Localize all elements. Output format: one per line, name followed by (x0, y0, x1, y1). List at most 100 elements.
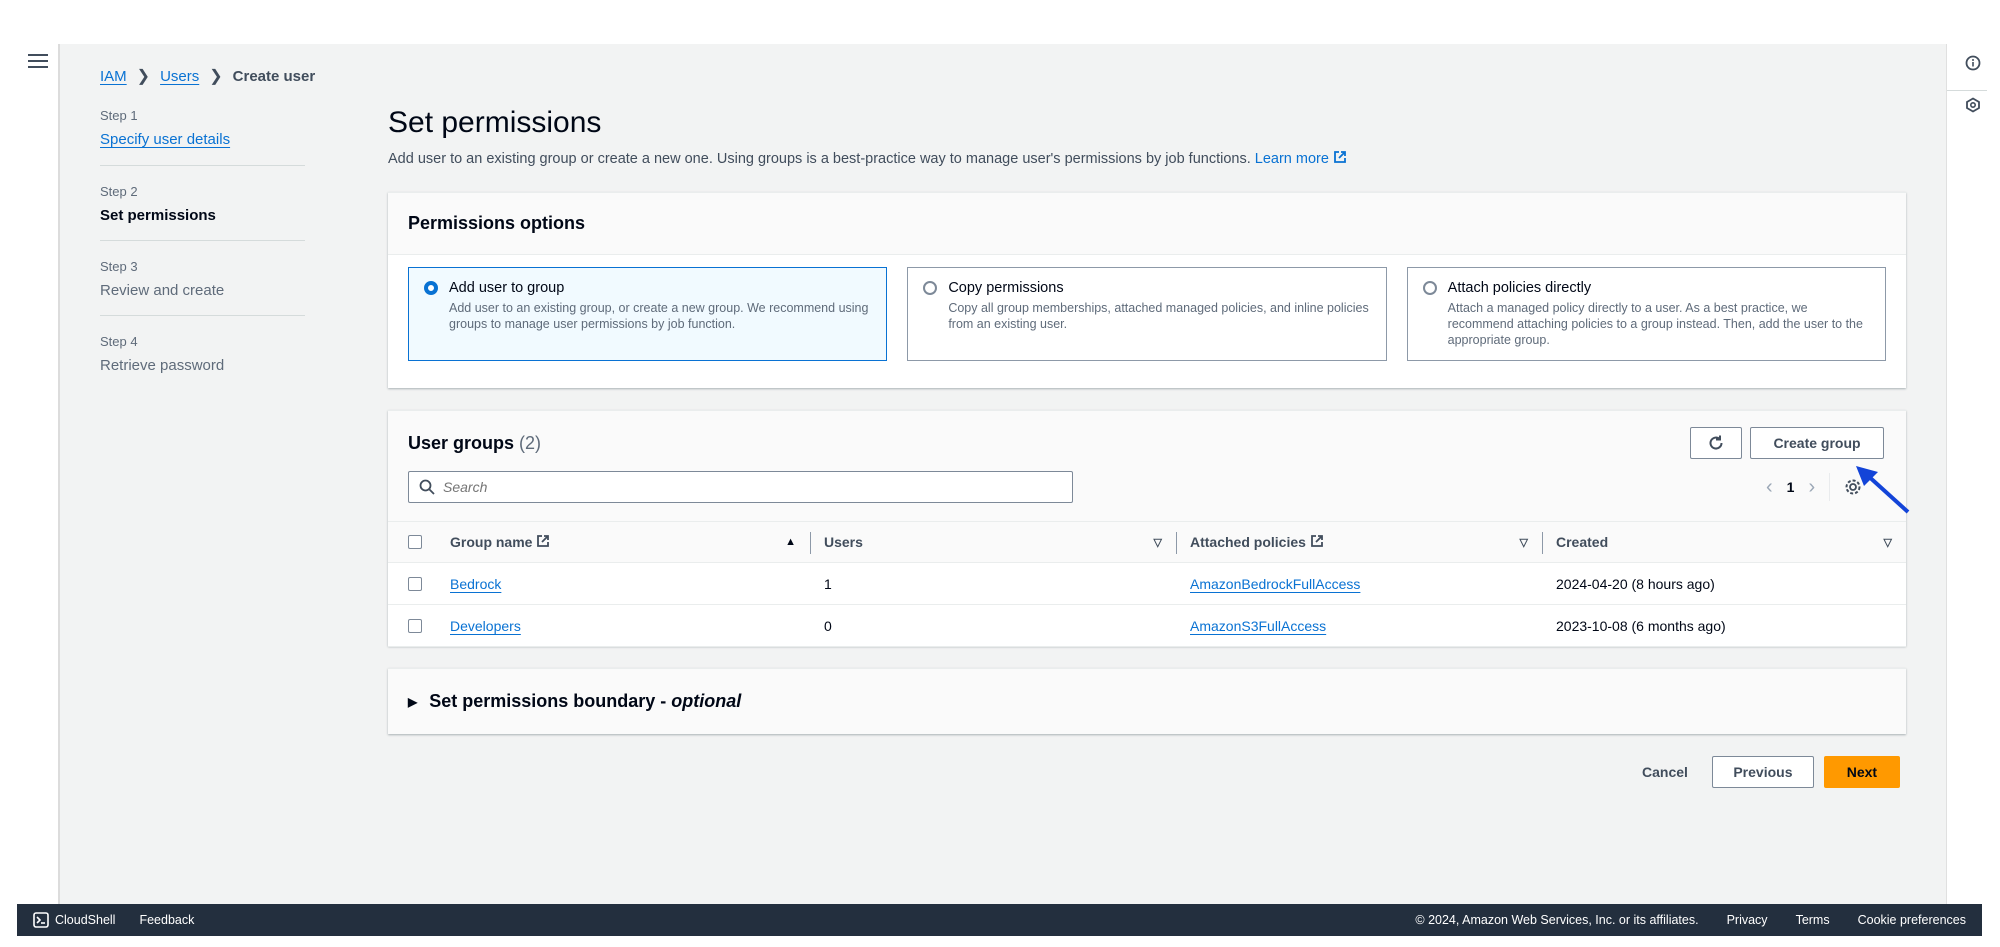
breadcrumb: IAM ❯ Users ❯ Create user (100, 66, 315, 86)
refresh-icon (1709, 435, 1723, 450)
page-number[interactable]: 1 (1787, 479, 1795, 495)
row-checkbox[interactable] (408, 618, 422, 633)
row-select-cell (388, 618, 444, 633)
option-attach-policies-directly[interactable]: Attach policies directly Attach a manage… (1406, 267, 1886, 361)
cell-group-name: Bedrock (444, 576, 810, 592)
search-icon (419, 479, 435, 495)
option-title: Add user to group (449, 280, 565, 296)
wizard-actions: Cancel Previous Next (1620, 756, 1900, 788)
search-input[interactable] (443, 479, 1043, 495)
column-header-group-name[interactable]: Group name ▲ (444, 522, 810, 562)
permissions-options: Add user to group Add user to an existin… (388, 255, 1906, 373)
feedback-link[interactable]: Feedback (139, 913, 194, 927)
previous-button[interactable]: Previous (1711, 756, 1814, 788)
sort-icon[interactable]: ▽ (1520, 536, 1528, 549)
previous-page-icon[interactable]: ‹ (1766, 476, 1773, 499)
step-3: Step 3 Review and create (100, 257, 305, 316)
policy-link[interactable]: AmazonBedrockFullAccess (1190, 576, 1360, 592)
terms-link[interactable]: Terms (1796, 913, 1830, 927)
user-groups-table: Group name ▲ Users ▽ Attached policies ▽… (388, 521, 1906, 647)
option-title: Attach policies directly (1447, 280, 1592, 296)
sort-icon[interactable]: ▽ (1884, 536, 1892, 549)
search-field[interactable] (408, 471, 1073, 503)
step-link-specify-user-details[interactable]: Specify user details (100, 131, 230, 148)
page-header: Set permissions Add user to an existing … (388, 106, 1906, 168)
caret-right-icon: ▶ (408, 694, 418, 709)
privacy-link[interactable]: Privacy (1727, 913, 1768, 927)
step-title: Review and create (100, 282, 225, 299)
policy-link[interactable]: AmazonS3FullAccess (1190, 618, 1326, 634)
description-text: Add user to an existing group or create … (388, 150, 1251, 167)
boundary-title: Set permissions boundary - (429, 691, 667, 711)
create-group-button[interactable]: Create group (1750, 427, 1884, 459)
table-row: Developers 0 AmazonS3FullAccess 2023-10-… (388, 605, 1906, 647)
menu-icon[interactable] (28, 54, 48, 70)
terminal-icon (33, 912, 49, 928)
option-copy-permissions[interactable]: Copy permissions Copy all group membersh… (907, 267, 1387, 361)
cloudshell-label: CloudShell (55, 913, 116, 927)
option-description: Copy all group memberships, attached man… (948, 301, 1369, 331)
step-1: Step 1 Specify user details (100, 106, 305, 166)
cloudshell-button[interactable]: CloudShell (33, 912, 115, 928)
user-groups-panel: User groups (2) Create group ‹ 1 › (388, 410, 1906, 647)
column-label: Users (824, 534, 863, 550)
sort-icon[interactable]: ▽ (1154, 536, 1162, 549)
external-link-icon (536, 534, 550, 551)
column-header-created[interactable]: Created ▽ (1542, 522, 1906, 562)
learn-more-link[interactable]: Learn more (1255, 151, 1347, 167)
column-label: Created (1556, 534, 1609, 550)
external-link-icon (1333, 150, 1347, 168)
row-checkbox[interactable] (408, 576, 422, 591)
radio-unselected[interactable] (1422, 281, 1437, 295)
gear-icon[interactable] (1844, 478, 1862, 496)
column-header-users[interactable]: Users ▽ (810, 522, 1176, 562)
group-link[interactable]: Bedrock (450, 576, 501, 592)
page-description: Add user to an existing group or create … (388, 150, 1906, 168)
panel-title: Permissions options (388, 193, 1906, 255)
breadcrumb-current: Create user (232, 67, 316, 85)
option-description: Add user to an existing group, or create… (449, 301, 869, 331)
step-number: Step 2 (100, 184, 138, 199)
optional-label: optional (671, 691, 742, 711)
sort-ascending-icon[interactable]: ▲ (785, 536, 796, 548)
column-header-attached-policies[interactable]: Attached policies ▽ (1176, 522, 1542, 562)
select-all-cell (388, 535, 444, 549)
cell-users: 1 (824, 575, 832, 592)
wizard-steps: Step 1 Specify user details Step 2 Set p… (100, 106, 305, 406)
title-text: User groups (408, 433, 515, 453)
copyright: © 2024, Amazon Web Services, Inc. or its… (1415, 913, 1699, 927)
step-title-current: Set permissions (100, 207, 216, 224)
option-description: Attach a managed policy directly to a us… (1447, 301, 1863, 347)
permissions-boundary-expander[interactable]: ▶ Set permissions boundary - optional (388, 668, 1906, 734)
learn-more-label: Learn more (1254, 150, 1329, 167)
refresh-button[interactable] (1690, 427, 1742, 459)
radio-selected[interactable] (424, 281, 438, 295)
row-select-cell (388, 576, 444, 591)
breadcrumb-iam[interactable]: IAM (100, 68, 127, 85)
cancel-button[interactable]: Cancel (1642, 764, 1688, 780)
page-title: Set permissions (388, 106, 602, 139)
info-icon[interactable] (1962, 52, 1984, 74)
chevron-right-icon: ❯ (209, 68, 223, 85)
breadcrumb-users[interactable]: Users (160, 68, 199, 85)
step-2: Step 2 Set permissions (100, 182, 305, 241)
chevron-right-icon: ❯ (136, 68, 151, 85)
step-number: Step 1 (100, 108, 138, 123)
right-rail (1946, 44, 2000, 904)
next-page-icon[interactable]: › (1808, 476, 1815, 499)
external-link-icon (1310, 534, 1324, 551)
option-add-user-to-group[interactable]: Add user to group Add user to an existin… (408, 267, 888, 361)
group-link[interactable]: Developers (450, 618, 521, 634)
console-footer: CloudShell Feedback © 2024, Amazon Web S… (17, 904, 1982, 936)
cell-created: 2024-04-20 (8 hours ago) (1556, 575, 1715, 592)
step-number: Step 3 (100, 259, 138, 274)
radio-unselected[interactable] (923, 281, 938, 295)
table-row: Bedrock 1 AmazonBedrockFullAccess 2024-0… (388, 563, 1906, 605)
cookie-preferences-link[interactable]: Cookie preferences (1858, 913, 1966, 927)
next-button[interactable]: Next (1823, 756, 1900, 788)
cell-created: 2023-10-08 (6 months ago) (1556, 617, 1726, 634)
settings-hex-icon[interactable] (1962, 94, 1984, 116)
cell-policy: AmazonS3FullAccess (1176, 618, 1542, 634)
cell-users: 0 (824, 617, 832, 634)
select-all-checkbox[interactable] (408, 535, 422, 549)
